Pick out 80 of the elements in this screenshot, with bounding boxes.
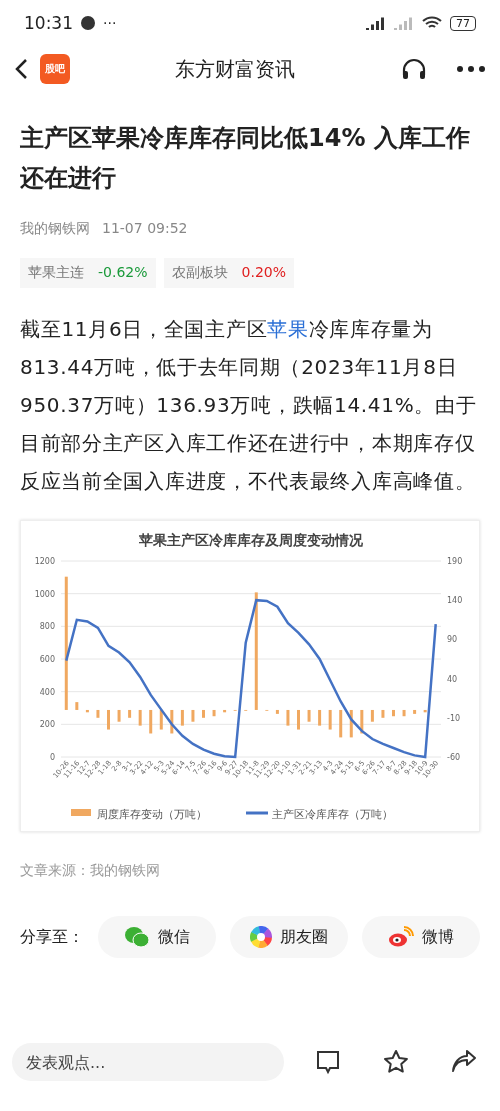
article-source: 我的钢铁网 bbox=[20, 220, 90, 238]
axis-label: -10 bbox=[447, 713, 461, 723]
article-time: 11-07 09:52 bbox=[102, 220, 188, 238]
chat-bubbles-icon bbox=[124, 926, 150, 948]
bar bbox=[286, 709, 290, 726]
axis-label: 140 bbox=[447, 596, 463, 606]
quote-change: -0.62% bbox=[98, 264, 148, 282]
stock-link[interactable]: 苹果 bbox=[267, 317, 309, 341]
bar bbox=[349, 709, 353, 738]
bar bbox=[96, 709, 100, 718]
legend-label: 周度库存变动（万吨） bbox=[97, 808, 207, 821]
article-title: 主产区苹果冷库库存同比低14% 入库工作还在进行 bbox=[20, 123, 471, 194]
battery-level: 77 bbox=[450, 15, 476, 31]
quote-tag[interactable]: 农副板块 0.20% bbox=[163, 258, 294, 288]
quote-name: 苹果主连 bbox=[28, 264, 84, 282]
axis-label: 1200 bbox=[34, 557, 55, 566]
bar bbox=[318, 709, 322, 726]
bar bbox=[423, 709, 427, 713]
legend-swatch bbox=[246, 811, 268, 815]
status-time: 10:31 bbox=[24, 13, 73, 33]
bar bbox=[191, 709, 195, 722]
axis-label: 200 bbox=[39, 720, 55, 730]
more-icon[interactable] bbox=[456, 65, 486, 73]
app-badge[interactable]: 股吧 bbox=[40, 54, 70, 84]
axis-label: 190 bbox=[447, 557, 463, 566]
bar bbox=[328, 709, 332, 730]
article-paragraph: 截至11月6日，全国主产区苹果冷库库存量为813.44万吨，低于去年同期（2023年11月8日950.37万吨）136.93万吨，跌幅14.41%。由于目前部分主产区入库工作还在进行中，本期库存仅反应当前全国入库进度，不代表最终入库高峰值。 bbox=[20, 316, 478, 495]
chart-title: 苹果主产区冷库库存及周度变动情况 bbox=[139, 532, 363, 548]
signal-icon bbox=[366, 16, 386, 30]
share-label: 分享至： bbox=[20, 926, 84, 948]
bar bbox=[128, 709, 132, 718]
bar bbox=[275, 709, 279, 714]
axis-label: 90 bbox=[447, 635, 458, 645]
bar bbox=[170, 709, 174, 734]
bar bbox=[107, 709, 110, 730]
bar bbox=[413, 709, 417, 714]
quote-name: 农副板块 bbox=[171, 264, 228, 282]
back-icon[interactable] bbox=[14, 58, 28, 80]
bar bbox=[202, 709, 205, 718]
bar bbox=[339, 709, 343, 738]
status-dots: ··· bbox=[103, 15, 117, 31]
bar bbox=[381, 709, 385, 718]
headphones-icon[interactable] bbox=[400, 57, 428, 81]
notification-icon bbox=[81, 16, 95, 30]
axis-label: 40 bbox=[447, 674, 458, 684]
quote-tag[interactable]: 苹果主连 -0.62% bbox=[20, 258, 156, 288]
article-source-note: 文章来源：我的钢铁网 bbox=[20, 862, 161, 880]
eye-logo-icon bbox=[388, 926, 414, 948]
axis-label: 1000 bbox=[34, 589, 55, 599]
axis-label: 800 bbox=[39, 622, 55, 632]
axis-label: -60 bbox=[447, 753, 461, 762]
bar bbox=[138, 709, 142, 726]
bar bbox=[117, 709, 121, 722]
quote-change: 0.20% bbox=[241, 264, 286, 282]
bar bbox=[223, 709, 227, 713]
bar bbox=[212, 709, 216, 717]
axis-label: 400 bbox=[39, 687, 55, 697]
bar bbox=[180, 709, 184, 726]
share-button[interactable]: 微博 bbox=[362, 916, 480, 958]
signal-off-icon bbox=[394, 16, 414, 30]
axis-label: 0 bbox=[49, 753, 55, 762]
axis-label: 600 bbox=[39, 655, 55, 664]
bar bbox=[75, 702, 79, 710]
aperture-icon bbox=[250, 926, 272, 948]
bar bbox=[149, 709, 153, 734]
comment-field[interactable]: 发表观点... bbox=[12, 1043, 284, 1081]
bar bbox=[402, 709, 406, 717]
bar bbox=[297, 709, 300, 730]
legend-label: 主产区冷库库存（万吨） bbox=[272, 808, 393, 821]
bar bbox=[360, 709, 364, 734]
bar bbox=[307, 709, 311, 722]
share-button[interactable]: 微信 bbox=[98, 916, 216, 958]
bar bbox=[392, 709, 395, 717]
bar bbox=[85, 709, 89, 713]
share-button[interactable]: 朋友圈 bbox=[230, 916, 348, 958]
wifi-icon bbox=[422, 16, 442, 30]
bar bbox=[159, 709, 163, 730]
bar bbox=[370, 709, 374, 722]
page-title: 东方财富资讯 bbox=[174, 55, 296, 83]
legend-swatch bbox=[71, 809, 91, 816]
